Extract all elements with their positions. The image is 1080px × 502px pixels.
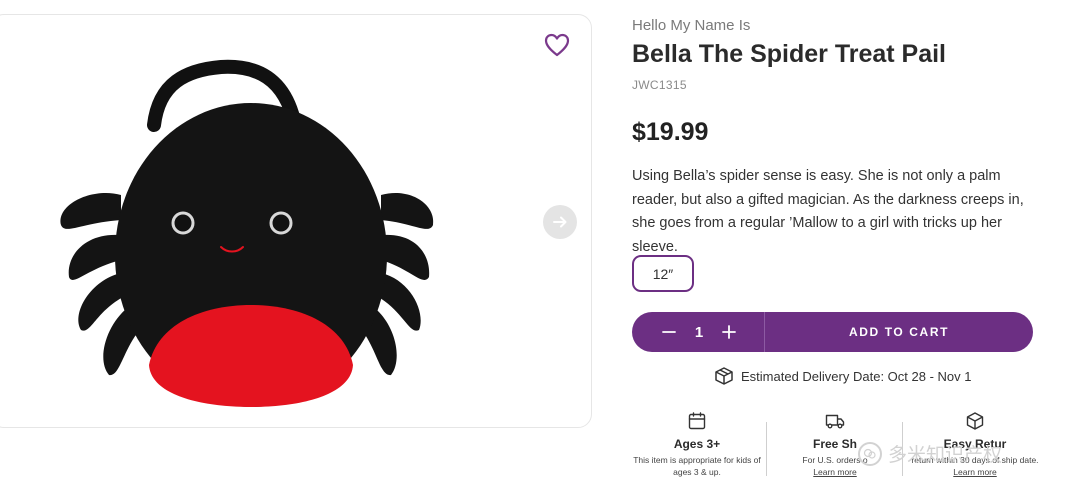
product-price: $19.99 [632,118,709,146]
delivery-text: Estimated Delivery Date: Oct 28 - Nov 1 [741,368,972,384]
product-title: Bella The Spider Treat Pail [632,40,947,68]
product-image-card [0,14,592,428]
cart-bar: 1 ADD TO CART [632,312,1033,352]
calendar-icon [688,412,706,430]
arrow-right-icon [553,216,567,228]
truck-icon [825,414,845,429]
delivery-estimate: Estimated Delivery Date: Oct 28 - Nov 1 [714,366,971,386]
quantity-increase-button[interactable] [720,323,738,341]
feature-body: This item is appropriate for kids of age… [633,455,761,477]
package-icon [715,367,733,385]
wechat-logo-icon [858,441,882,466]
product-image [60,59,434,407]
add-to-cart-button[interactable]: ADD TO CART [765,325,1033,339]
learn-more-link[interactable]: Learn more [813,467,856,477]
box-icon [966,412,984,430]
quantity-value[interactable]: 1 [695,324,703,341]
carousel-next-button[interactable] [543,205,577,239]
feature-ages: Ages 3+ This item is appropriate for kid… [632,404,762,478]
size-option-12[interactable]: 12″ [632,255,694,292]
feature-heading: Ages 3+ [673,437,721,451]
product-description: Using Bella’s spider sense is easy. She … [632,168,1024,255]
wishlist-heart-icon[interactable] [543,31,571,59]
learn-more-link[interactable]: Learn more [953,467,996,477]
plus-icon [722,325,736,339]
quantity-decrease-button[interactable] [660,323,678,341]
product-eyebrow: Hello My Name Is [632,17,751,34]
minus-icon [662,331,676,333]
product-sku: JWC1315 [632,78,687,92]
feature-divider [766,422,767,476]
watermark-text: 多米知识产权 [888,445,1003,466]
quantity-stepper: 1 [632,312,765,352]
watermark: 多米知识产权 [858,440,1002,467]
